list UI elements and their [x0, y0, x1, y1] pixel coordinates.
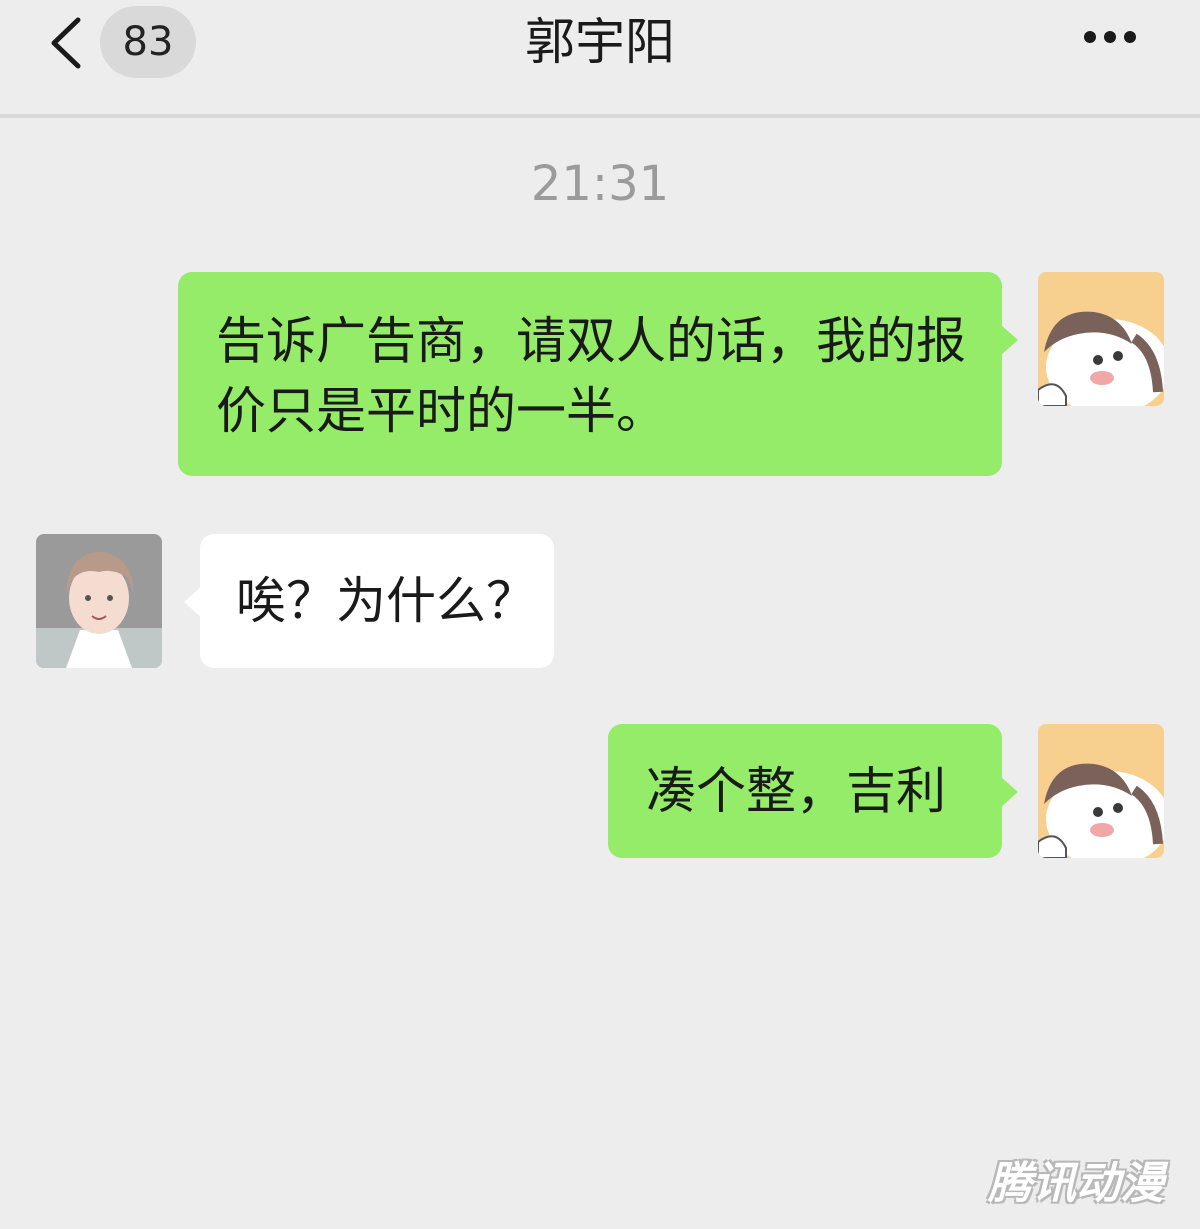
my-avatar[interactable]: [1038, 724, 1164, 858]
outgoing-message-bubble[interactable]: 告诉广告商，请双人的话，我的报价只是平时的一半。: [178, 272, 1018, 476]
cartoon-avatar-image: [1038, 272, 1164, 406]
watermark-logo: 腾讯动漫: [988, 1158, 1164, 1209]
outgoing-message-bubble[interactable]: 凑个整，吉利: [608, 724, 1018, 858]
message-text: 告诉广告商，请双人的话，我的报价只是平时的一半。: [216, 312, 966, 440]
contact-avatar-image: [36, 534, 162, 668]
my-avatar[interactable]: [1038, 272, 1164, 406]
unread-count-badge[interactable]: 83: [100, 6, 196, 78]
cartoon-avatar-image: [1038, 724, 1164, 858]
message-text: 凑个整，吉利: [646, 762, 946, 820]
back-icon[interactable]: [44, 16, 88, 70]
message-text: 唉？为什么？: [236, 572, 536, 630]
incoming-message-bubble[interactable]: 唉？为什么？: [184, 534, 554, 668]
chat-title: 郭宇阳: [525, 13, 675, 71]
chat-header: 83 郭宇阳: [0, 0, 1200, 118]
contact-avatar[interactable]: [36, 534, 162, 668]
more-options-icon[interactable]: [1084, 28, 1148, 50]
message-timestamp: 21:31: [530, 156, 670, 212]
